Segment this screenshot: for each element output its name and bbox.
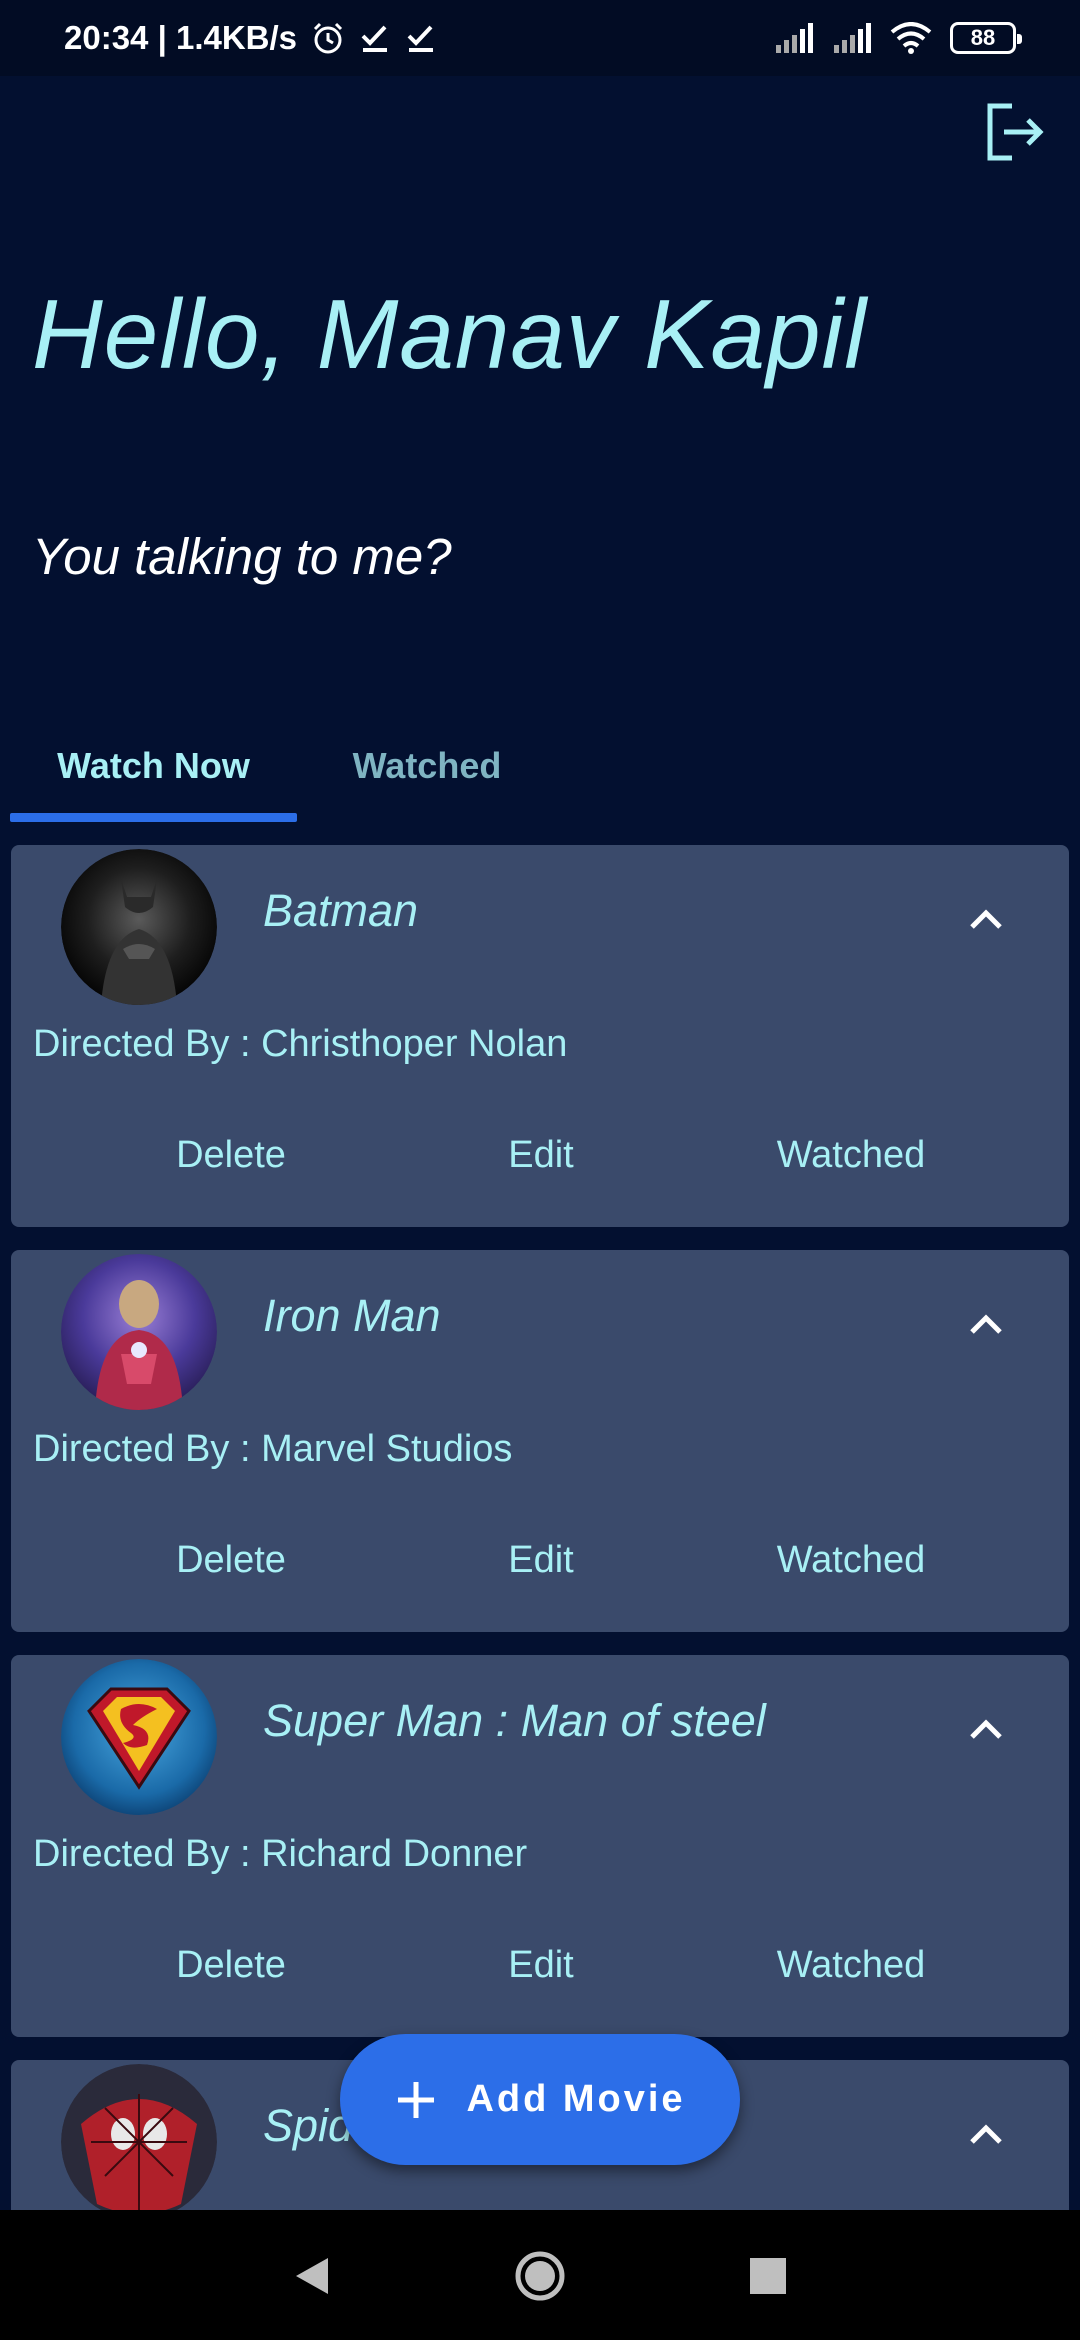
watched-button[interactable]: Watched [731,1520,971,1600]
status-right: 88 [774,22,1022,54]
greeting-title: Hello, Manav Kapil [32,279,868,389]
movie-poster [61,849,217,1005]
movie-poster [61,2064,217,2220]
tab-watched[interactable]: Watched [297,710,557,822]
movie-poster [61,1254,217,1410]
tagline: You talking to me? [32,528,452,585]
status-left: 20:34 | 1.4KB/s [64,19,437,57]
battery-level: 88 [970,25,996,50]
movie-poster [61,1659,217,1815]
movie-director: Directed By : Richard Donner [33,1833,528,1875]
movie-card[interactable]: Batman Directed By : Christhoper Nolan D… [11,845,1069,1227]
signal-icon [776,23,813,53]
status-bar: 20:34 | 1.4KB/s 88 [0,0,1080,76]
wifi-icon [890,22,932,54]
chevron-up-icon[interactable] [966,2114,1006,2154]
movie-director: Directed By : Christhoper Nolan [33,1023,568,1065]
plus-icon [398,2081,435,2118]
chevron-up-icon[interactable] [966,1709,1006,1749]
screen: 20:34 | 1.4KB/s 88 Hello, Manav Kapil Yo… [0,0,1080,2340]
add-movie-button[interactable]: Add Movie [340,2034,740,2165]
alarm-icon [313,22,343,54]
tab-watch-now[interactable]: Watch Now [10,710,297,822]
movie-title: Batman [263,885,419,936]
movie-actions: Delete Edit Watched [11,1115,1069,1195]
chevron-up-icon[interactable] [966,899,1006,939]
movie-title: Super Man : Man of steel [263,1695,766,1746]
delete-button[interactable]: Delete [131,1520,331,1600]
add-movie-label: Add Movie [466,2078,686,2120]
chevron-up-icon[interactable] [966,1304,1006,1344]
edit-button[interactable]: Edit [441,1115,641,1195]
battery-icon: 88 [950,22,1022,54]
tab-bar: Watch Now Watched [10,710,1070,822]
status-time: 20:34 | 1.4KB/s [64,19,298,56]
movie-actions: Delete Edit Watched [11,1520,1069,1600]
edit-button[interactable]: Edit [441,1520,641,1600]
tab-indicator [10,813,297,822]
logout-icon[interactable] [982,100,1046,164]
delete-button[interactable]: Delete [131,1115,331,1195]
recents-icon[interactable] [740,2248,796,2304]
movie-actions: Delete Edit Watched [11,1925,1069,2005]
system-nav-bar [0,2210,1080,2340]
edit-button[interactable]: Edit [441,1925,641,2005]
home-icon[interactable] [512,2248,568,2304]
delete-button[interactable]: Delete [131,1925,331,2005]
watched-button[interactable]: Watched [731,1925,971,2005]
back-icon[interactable] [284,2248,340,2304]
check-icon [361,25,388,52]
movie-card[interactable]: Iron Man Directed By : Marvel Studios De… [11,1250,1069,1632]
movie-title: Iron Man [263,1290,441,1341]
check-icon [407,25,434,52]
movie-card[interactable]: Super Man : Man of steel Directed By : R… [11,1655,1069,2037]
movie-director: Directed By : Marvel Studios [33,1428,513,1470]
watched-button[interactable]: Watched [731,1115,971,1195]
signal-icon [834,23,871,53]
